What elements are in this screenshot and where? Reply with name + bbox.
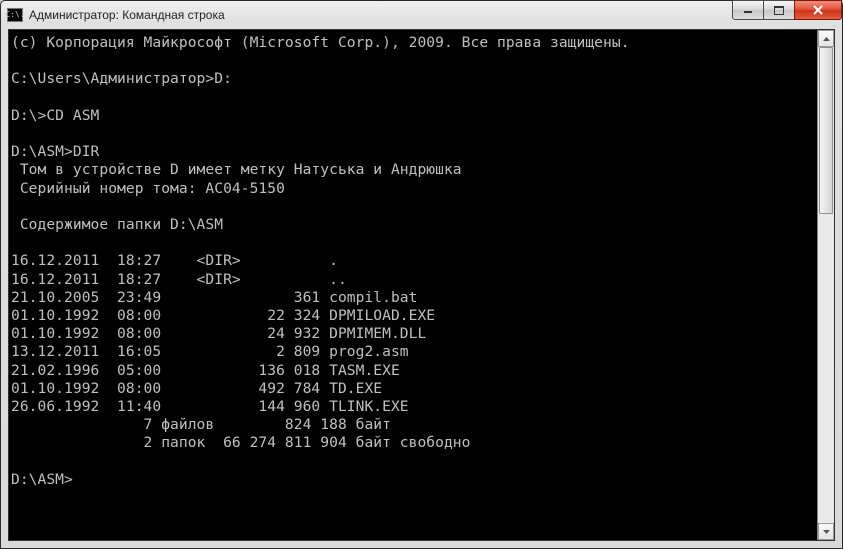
- dir-row: 16.12.2011 18:27 <DIR> ..: [11, 271, 347, 288]
- dir-row: 16.12.2011 18:27 <DIR> .: [11, 252, 338, 269]
- dir-row: 13.12.2011 16:05 2 809 prog2.asm: [11, 343, 409, 360]
- close-icon: [812, 5, 824, 15]
- prompt-line: D:\>CD ASM: [11, 107, 99, 124]
- dir-header: Содержимое папки D:\ASM: [11, 216, 223, 233]
- window-title: Администратор: Командная строка: [29, 8, 225, 22]
- titlebar[interactable]: C:\. Администратор: Командная строка: [1, 1, 842, 29]
- scrollbar-track[interactable]: [818, 47, 834, 523]
- chevron-up-icon: [823, 37, 830, 41]
- copyright-line: (c) Корпорация Майкрософт (Microsoft Cor…: [11, 34, 630, 51]
- maximize-icon: [774, 6, 784, 15]
- chevron-down-icon: [823, 530, 830, 534]
- app-icon: C:\.: [7, 8, 23, 22]
- console-output[interactable]: (c) Корпорация Майкрософт (Microsoft Cor…: [9, 30, 817, 540]
- dir-row: 21.10.2005 23:49 361 compil.bat: [11, 289, 417, 306]
- window-controls: [733, 0, 842, 20]
- summary-files: 7 файлов 824 188 байт: [11, 416, 391, 433]
- maximize-button[interactable]: [763, 0, 795, 20]
- close-button[interactable]: [794, 0, 842, 20]
- prompt-line: C:\Users\Администратор>D:: [11, 70, 232, 87]
- scroll-up-button[interactable]: [818, 30, 834, 47]
- volume-serial: Серийный номер тома: AC04-5150: [11, 180, 285, 197]
- command-prompt-window: C:\. Администратор: Командная строка (c)…: [0, 0, 843, 549]
- dir-row: 21.02.1996 05:00 136 018 TASM.EXE: [11, 362, 400, 379]
- dir-row: 01.10.1992 08:00 492 784 TD.EXE: [11, 380, 382, 397]
- volume-label: Том в устройстве D имеет метку Натуська …: [11, 161, 462, 178]
- dir-row: 01.10.1992 08:00 22 324 DPMILOAD.EXE: [11, 307, 435, 324]
- minimize-button[interactable]: [732, 0, 764, 20]
- dir-row: 26.06.1992 11:40 144 960 TLINK.EXE: [11, 398, 409, 415]
- scroll-down-button[interactable]: [818, 523, 834, 540]
- client-area: (c) Корпорация Майкрософт (Microsoft Cor…: [8, 29, 835, 541]
- dir-row: 01.10.1992 08:00 24 932 DPMIMEM.DLL: [11, 325, 426, 342]
- prompt-line: D:\ASM>DIR: [11, 143, 99, 160]
- vertical-scrollbar[interactable]: [817, 30, 834, 540]
- summary-dirs: 2 папок 66 274 811 904 байт свободно: [11, 434, 470, 451]
- prompt-line: D:\ASM>: [11, 471, 73, 488]
- minimize-icon: [743, 6, 753, 14]
- scrollbar-thumb[interactable]: [819, 47, 833, 214]
